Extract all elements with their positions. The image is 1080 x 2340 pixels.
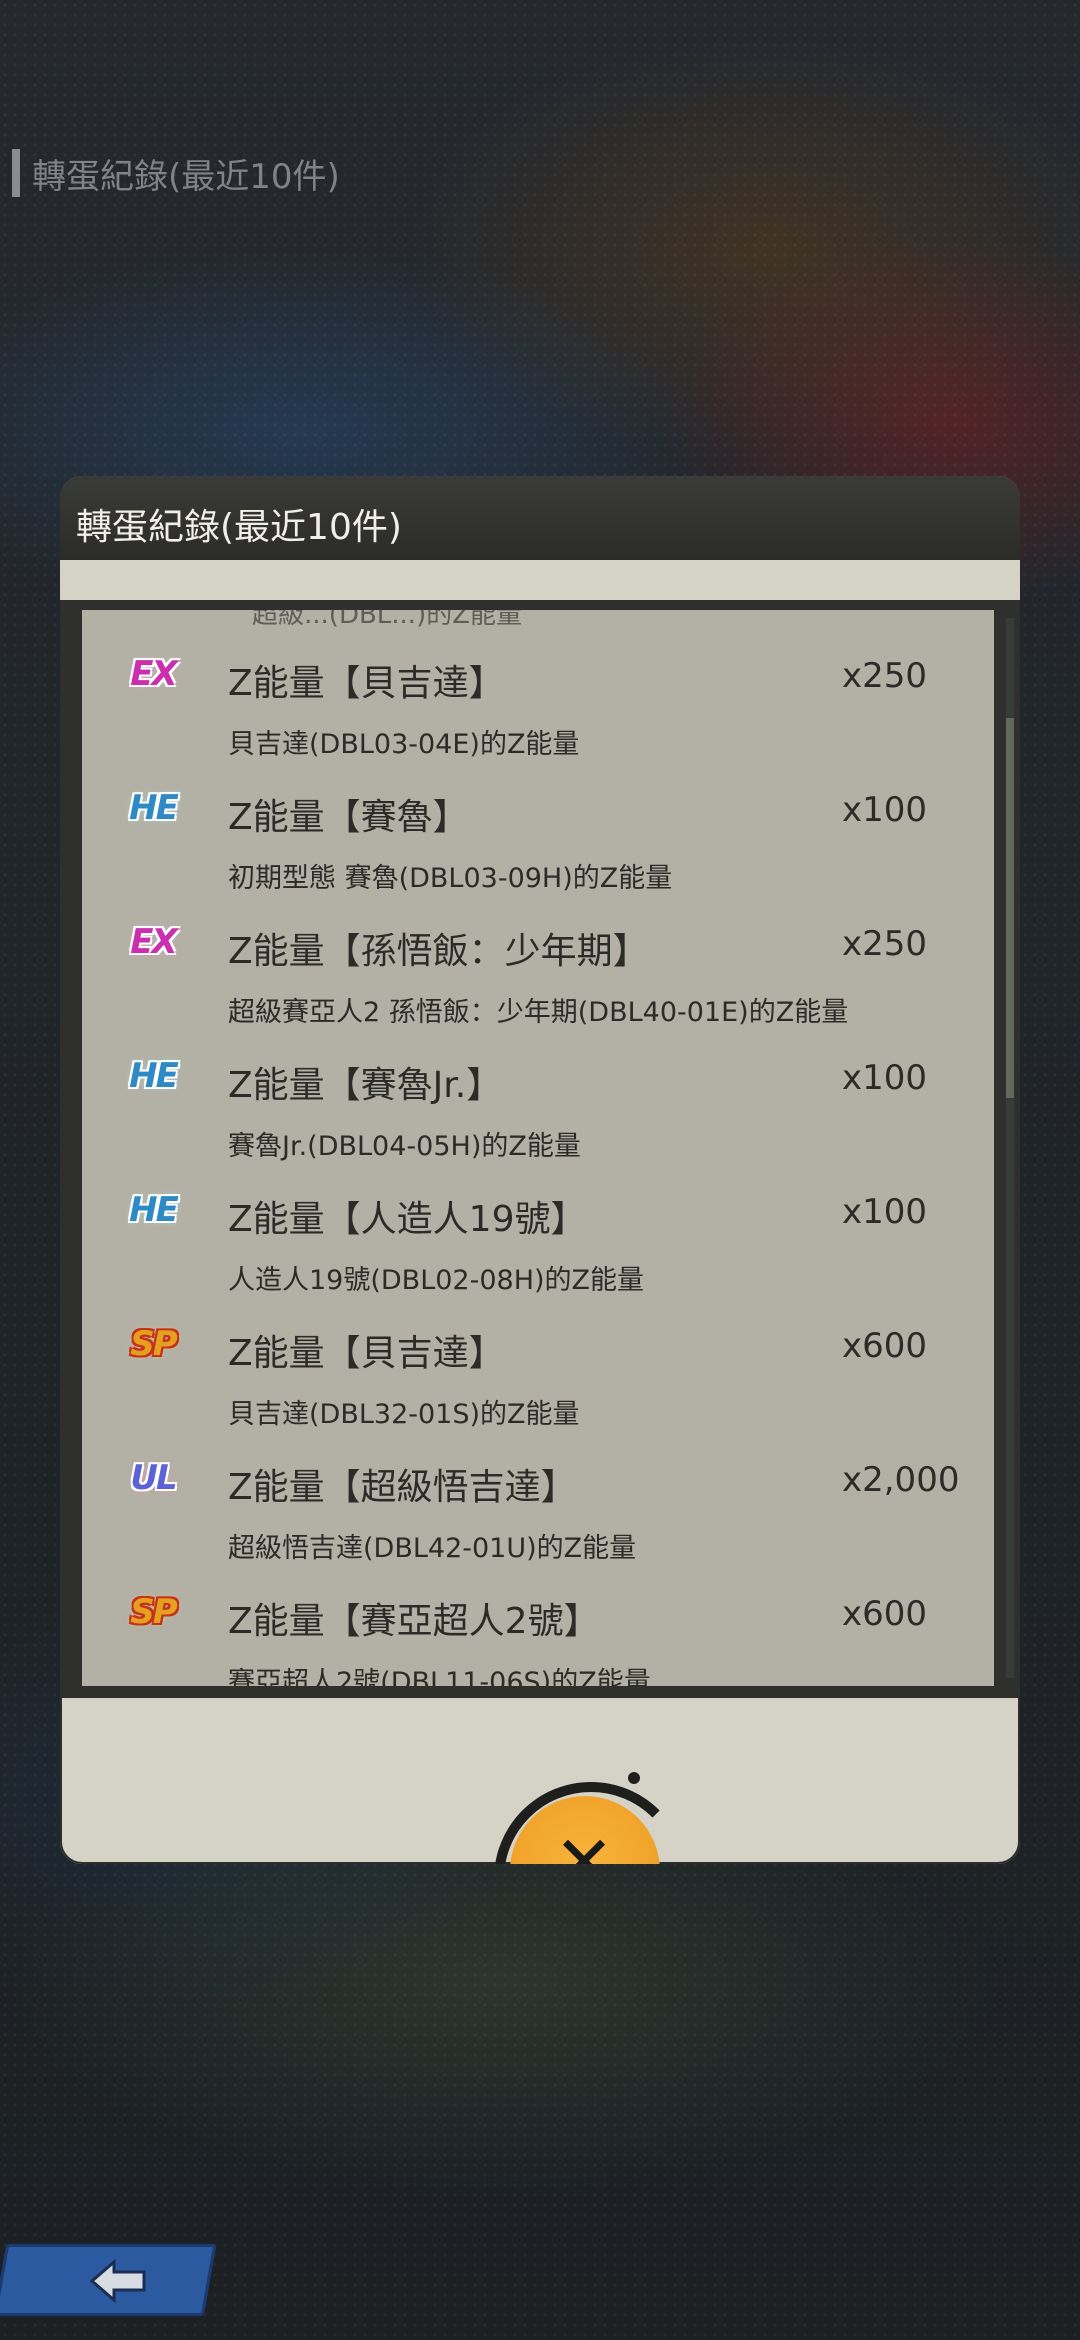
item-name: Z能量【孫悟飯：少年期】 [228,931,649,972]
rarity-sp-icon: SP [130,1592,177,1632]
item-description: 賽亞超人2號(DBL11-06S)的Z能量 [228,1667,651,1686]
item-name: Z能量【超級悟吉達】 [228,1467,577,1508]
close-icon: ✕ [553,1820,615,1864]
list-item: HE Z能量【賽魯】 x100 初期型態 賽魯(DBL03-09H)的Z能量 [82,774,994,908]
item-quantity: x2,000 [842,1460,960,1500]
list-item: EX Z能量【貝吉達】 x250 貝吉達(DBL03-04E)的Z能量 [82,640,994,774]
back-arrow-icon [89,2258,146,2304]
modal-title: 轉蛋紀錄(最近10件) [76,507,402,548]
modal-subbar [60,560,1020,600]
modal-titlebar: 轉蛋紀錄(最近10件) [60,476,1020,570]
item-description: 賽魯Jr.(DBL04-05H)的Z能量 [228,1131,581,1162]
rarity-ex-icon: EX [130,922,177,962]
item-name: Z能量【貝吉達】 [228,1333,505,1374]
rarity-ex-icon: EX [130,654,177,694]
gacha-history-modal: 轉蛋紀錄(最近10件) 超級...(DBL...)的Z能量 EX Z能量【貝吉達】… [60,476,1020,1864]
rarity-sp-icon: SP [130,1324,177,1364]
item-name: Z能量【賽魯Jr.】 [228,1065,503,1106]
list-item: SP Z能量【貝吉達】 x600 貝吉達(DBL32-01S)的Z能量 [82,1310,994,1444]
item-description: 貝吉達(DBL03-04E)的Z能量 [228,729,580,760]
item-name: Z能量【人造人19號】 [228,1199,587,1240]
item-description: 人造人19號(DBL02-08H)的Z能量 [228,1265,645,1296]
scrollbar-thumb[interactable] [1006,718,1014,1098]
history-list-frame: 超級...(DBL...)的Z能量 EX Z能量【貝吉達】 x250 貝吉達(DBL0… [60,600,1020,1698]
item-quantity: x600 [842,1326,928,1366]
item-name: Z能量【賽魯】 [228,797,469,838]
list-scrollbar[interactable] [1006,618,1014,1678]
ink-dot [610,1786,618,1794]
item-quantity: x100 [842,1058,928,1098]
cut-off-row-text: 超級...(DBL...)的Z能量 [252,610,523,630]
item-name: Z能量【賽亞超人2號】 [228,1601,600,1642]
header-accent-bar [12,149,20,197]
ink-dot [628,1772,640,1784]
list-item: HE Z能量【人造人19號】 x100 人造人19號(DBL02-08H)的Z能量 [82,1176,994,1310]
rarity-he-icon: HE [129,1190,179,1230]
close-button[interactable]: ✕ [480,1758,688,1864]
item-description: 超級悟吉達(DBL42-01U)的Z能量 [228,1533,637,1564]
item-name: Z能量【貝吉達】 [228,663,505,704]
item-description: 貝吉達(DBL32-01S)的Z能量 [228,1399,580,1430]
list-item: HE Z能量【賽魯Jr.】 x100 賽魯Jr.(DBL04-05H)的Z能量 [82,1042,994,1176]
item-description: 初期型態 賽魯(DBL03-09H)的Z能量 [228,863,673,894]
item-quantity: x100 [842,1192,928,1232]
list-item: EX Z能量【孫悟飯：少年期】 x250 超級賽亞人2 孫悟飯：少年期(DBL40-0… [82,908,994,1042]
item-quantity: x250 [842,924,928,964]
list-item: SP Z能量【賽亞超人2號】 x600 賽亞超人2號(DBL11-06S)的Z能量 [82,1578,994,1686]
history-list[interactable]: 超級...(DBL...)的Z能量 EX Z能量【貝吉達】 x250 貝吉達(DBL0… [82,610,994,1686]
rarity-he-icon: HE [129,788,179,828]
item-description: 超級賽亞人2 孫悟飯：少年期(DBL40-01E)的Z能量 [228,997,849,1028]
page-header: 轉蛋紀錄(最近10件) [12,148,340,198]
item-quantity: x600 [842,1594,928,1634]
back-button[interactable] [0,2240,220,2320]
item-quantity: x100 [842,790,928,830]
rarity-ul-icon: UL [130,1458,177,1498]
list-item: UL Z能量【超級悟吉達】 x2,000 超級悟吉達(DBL42-01U)的Z能量 [82,1444,994,1578]
rarity-he-icon: HE [129,1056,179,1096]
item-quantity: x250 [842,656,928,696]
page-title: 轉蛋紀錄(最近10件) [32,156,340,197]
